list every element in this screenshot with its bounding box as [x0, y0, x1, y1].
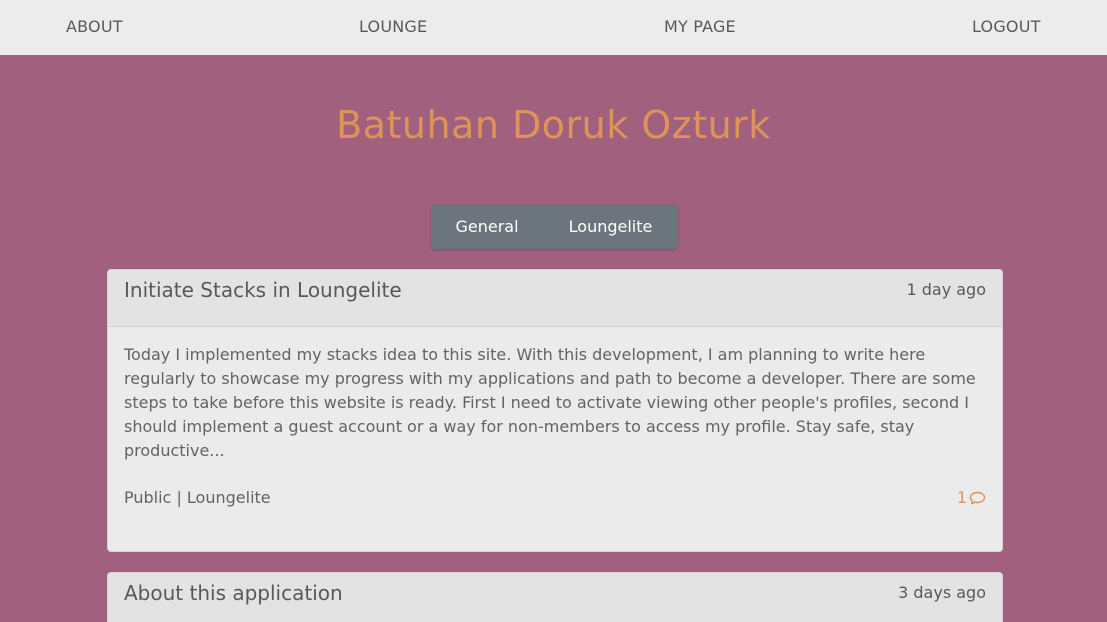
- stack-tabs: General Loungelite: [431, 205, 678, 249]
- post-visibility: Public | Loungelite: [124, 488, 271, 507]
- profile-name: Batuhan Doruk Ozturk: [336, 103, 771, 147]
- post-card-footer: Public | Loungelite 1: [108, 485, 1002, 540]
- post-card: About this application 3 days ago: [107, 572, 1003, 622]
- post-body: Today I implemented my stacks idea to th…: [124, 345, 976, 460]
- post-card: Initiate Stacks in Loungelite 1 day ago …: [107, 269, 1003, 552]
- tab-loungelite[interactable]: Loungelite: [543, 205, 678, 249]
- post-card-header: About this application 3 days ago: [108, 573, 1002, 622]
- post-timestamp: 1 day ago: [906, 280, 986, 299]
- comment-count: 1: [956, 488, 967, 507]
- nav-logout-link[interactable]: LOGOUT: [972, 17, 1041, 36]
- tab-general[interactable]: General: [431, 205, 543, 249]
- top-navbar: ABOUT LOUNGE MY PAGE LOGOUT: [0, 0, 1107, 55]
- nav-my-page-link[interactable]: MY PAGE: [664, 17, 736, 36]
- post-title[interactable]: About this application: [124, 581, 343, 605]
- nav-lounge-link[interactable]: LOUNGE: [359, 17, 427, 36]
- speech-bubble-icon: [969, 491, 986, 504]
- post-card-header: Initiate Stacks in Loungelite 1 day ago: [108, 270, 1002, 327]
- comment-button[interactable]: 1: [957, 488, 986, 507]
- nav-about-link[interactable]: ABOUT: [66, 17, 123, 36]
- post-title[interactable]: Initiate Stacks in Loungelite: [124, 278, 402, 302]
- post-timestamp: 3 days ago: [898, 583, 986, 602]
